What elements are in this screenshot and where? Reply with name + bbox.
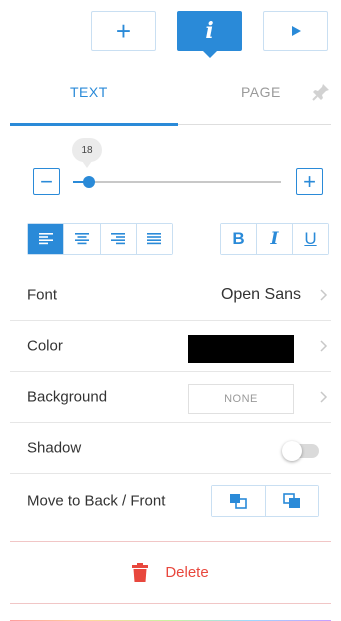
align-left-button[interactable] [28,224,65,254]
background-value[interactable]: NONE [188,384,294,414]
size-slider-handle[interactable] [83,176,95,188]
chevron-right-icon [320,391,328,403]
play-icon [291,26,301,36]
background-label: Background [27,388,108,406]
italic-button[interactable]: I [257,224,293,254]
alignment-group [27,223,173,255]
order-label: Move to Back / Front [27,492,166,510]
tab-text[interactable]: TEXT [70,84,108,108]
active-tab-indicator [10,123,178,126]
shadow-label: Shadow [27,439,82,457]
size-slider-track[interactable] [73,181,281,183]
increase-size-button[interactable]: + [296,168,323,195]
font-size-value: 18 [72,138,102,168]
send-to-back-icon [230,494,248,509]
shadow-row: Shadow [10,423,331,474]
add-button[interactable]: + [91,11,156,51]
info-button[interactable]: i [177,11,242,58]
align-center-button[interactable] [64,224,101,254]
chevron-right-icon [320,340,328,352]
align-right-button[interactable] [100,224,137,254]
play-button[interactable] [263,11,328,51]
background-row[interactable]: Background NONE [10,372,331,423]
trash-icon [132,563,149,582]
text-style-group: B I U [220,223,329,255]
underline-button[interactable]: U [293,224,328,254]
pin-icon[interactable] [311,82,331,102]
align-left-icon [38,233,53,245]
font-value: Open Sans [220,286,301,303]
bold-icon: B [232,229,245,248]
justify-icon [147,233,162,245]
order-row: Move to Back / Front [10,474,331,542]
color-swatch[interactable] [188,335,294,363]
bold-button[interactable]: B [221,224,257,254]
shadow-toggle[interactable] [282,441,319,461]
send-to-back-button[interactable] [212,486,266,516]
color-label: Color [27,337,63,355]
delete-button[interactable]: Delete [10,542,331,604]
font-row[interactable]: Font Open Sans [10,270,331,321]
color-row[interactable]: Color [10,321,331,372]
decrease-size-button[interactable]: − [33,168,60,195]
bring-to-front-icon [282,493,300,508]
italic-icon: I [270,229,279,249]
order-group [211,485,319,517]
delete-label: Delete [165,564,209,581]
underline-icon: U [304,229,317,248]
toggle-knob [282,441,302,461]
align-center-icon [74,233,89,245]
justify-button[interactable] [136,224,172,254]
tab-page[interactable]: PAGE [241,84,281,108]
plus-icon: + [115,16,132,46]
font-label: Font [27,286,58,304]
align-right-icon [111,233,126,245]
bring-to-front-button[interactable] [265,486,318,516]
info-icon: i [205,18,214,44]
chevron-right-icon [320,289,328,301]
